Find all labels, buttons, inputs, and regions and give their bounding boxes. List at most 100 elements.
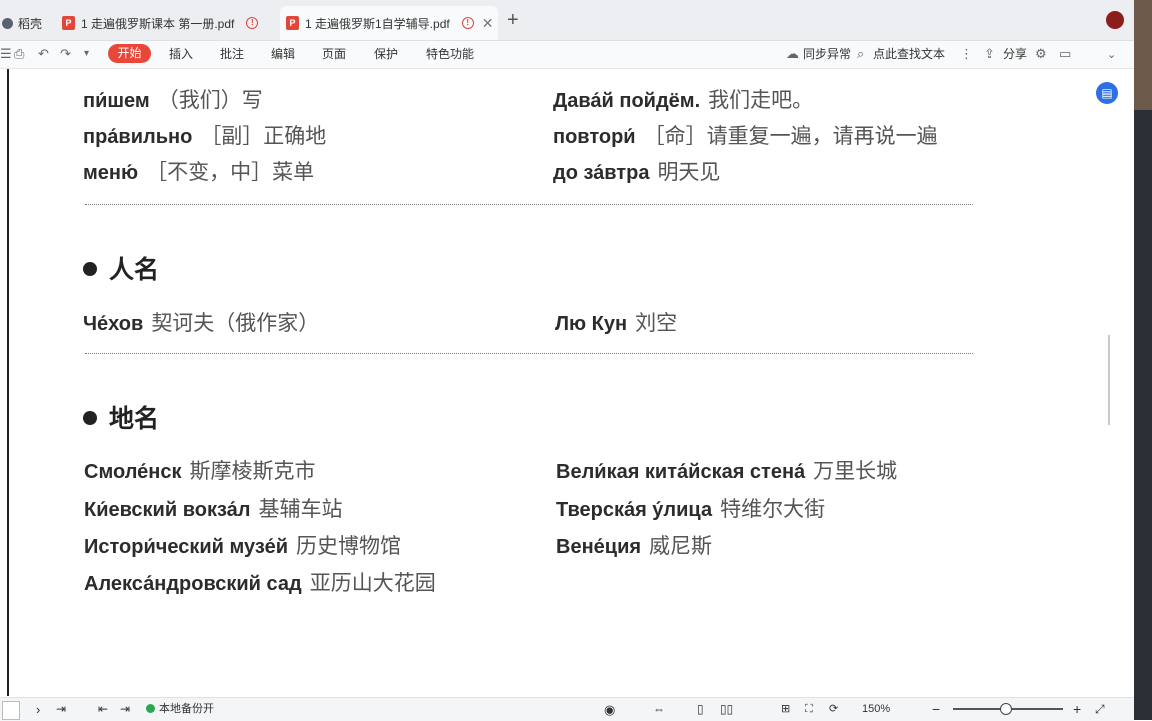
settings-icon[interactable]: ⚙ [1035, 46, 1047, 62]
russian-word: Ки́евский вокза́л [84, 499, 251, 521]
vocab-row: повтори́ ［命］请重复一遍，请再说一遍 [553, 120, 938, 150]
print-icon[interactable]: ⎙ [14, 46, 24, 62]
zoom-slider-handle[interactable] [1000, 703, 1012, 715]
pdf-icon: P [62, 16, 75, 30]
section-heading-names: 人名 [83, 250, 159, 286]
tab-textbook[interactable]: P 1 走遍俄罗斯课本 第一册.pdf ! [56, 6, 276, 40]
sync-status[interactable]: 同步异常 [803, 41, 851, 68]
fit-width-icon[interactable]: ⇔ [653, 701, 665, 718]
tab-guide[interactable]: P 1 走遍俄罗斯1自学辅导.pdf ! ✕ [280, 6, 498, 40]
last-page-icon[interactable]: ⇥ [56, 701, 66, 718]
pdf-icon: P [286, 16, 299, 30]
tab-bar: 稻壳 P 1 走遍俄罗斯课本 第一册.pdf ! P 1 走遍俄罗斯1自学辅导.… [0, 0, 1134, 41]
zoom-in-icon[interactable]: + [1073, 701, 1081, 718]
backup-status[interactable]: 本地备份开 [146, 701, 214, 718]
start-tab-button[interactable]: 开始 [108, 44, 151, 63]
russian-word: пи́шем [83, 90, 150, 112]
chinese-meaning: 特维尔大街 [720, 498, 826, 521]
undo-icon[interactable]: ↶ [38, 46, 49, 62]
page-tab[interactable]: 页面 [322, 41, 346, 68]
warning-icon: ! [246, 17, 259, 29]
page-border [7, 69, 9, 696]
annotate-tab[interactable]: 批注 [220, 41, 244, 68]
russian-word: Дава́й пойдём. [553, 90, 701, 112]
russian-word: Че́хов [83, 313, 144, 335]
special-features-tab[interactable]: 特色功能 [426, 41, 474, 68]
chinese-meaning: 亚历山大花园 [309, 572, 436, 595]
tab-home[interactable]: 稻壳 [0, 6, 50, 40]
menu-icon[interactable]: ☰ [0, 46, 12, 62]
new-tab-icon[interactable]: + [507, 9, 519, 32]
desktop-edge [1134, 0, 1152, 720]
chinese-meaning: 明天见 [657, 161, 721, 184]
chinese-meaning: 威尼斯 [649, 535, 713, 558]
edit-tab[interactable]: 编辑 [271, 41, 295, 68]
chinese-meaning: ［副］正确地 [200, 125, 327, 148]
insert-tab[interactable]: 插入 [169, 41, 193, 68]
share-button[interactable]: 分享 [1003, 41, 1027, 68]
scroll-indicator[interactable] [1108, 335, 1110, 425]
ribbon-toolbar: ☰ ⎙ ↶ ↷ ▾ 开始 插入 批注 编辑 页面 保护 特色功能 ☁ 同步异常 … [0, 41, 1134, 69]
actual-size-icon[interactable]: ⊞ [781, 701, 790, 718]
status-bar: › ⇥ ⇤ ⇥ 本地备份开 ◉ ⇔ ▯ ▯▯ ⊞ ⛶ ⟳ 150% − + ⤢ [0, 697, 1134, 721]
russian-word: Тверска́я у́лица [556, 499, 713, 521]
chevron-down-icon[interactable]: ▾ [84, 48, 89, 59]
zoom-level[interactable]: 150% [862, 701, 890, 718]
place-row: Тверска́я у́лица 特维尔大街 [556, 493, 825, 523]
close-icon[interactable]: ✕ [482, 15, 494, 32]
chinese-meaning: 斯摩棱斯克市 [189, 460, 316, 483]
single-page-icon[interactable]: ▯ [697, 701, 704, 718]
comment-icon[interactable]: ▭ [1059, 46, 1071, 62]
fullscreen-icon[interactable]: ⤢ [1095, 701, 1105, 718]
bullet-icon [83, 411, 97, 425]
tab-guide-label: 1 走遍俄罗斯1自学辅导.pdf [305, 16, 450, 31]
eye-icon[interactable]: ◉ [604, 701, 615, 718]
place-row: Алекса́ндровский сад 亚历山大花园 [84, 567, 436, 597]
back-icon[interactable]: ⇤ [98, 701, 108, 718]
chinese-meaning: （我们）写 [157, 89, 263, 112]
next-page-icon[interactable]: › [36, 701, 40, 718]
russian-word: Вене́ция [556, 536, 642, 558]
russian-word: меню́ [83, 162, 139, 184]
zoom-out-icon[interactable]: − [932, 701, 940, 718]
place-row: Истори́ческий музе́й 历史博物馆 [84, 530, 401, 560]
redo-icon[interactable]: ↷ [60, 46, 71, 62]
docer-icon [2, 17, 13, 29]
russian-word: до за́втра [553, 162, 650, 184]
section-heading-places: 地名 [83, 399, 159, 435]
vocab-row: меню́ ［不变，中］菜单 [83, 156, 314, 186]
russian-word: Истори́ческий музе́й [84, 536, 288, 558]
more-icon[interactable]: ⋮ [960, 46, 973, 62]
tab-textbook-label: 1 走遍俄罗斯课本 第一册.pdf [81, 16, 235, 31]
heading-text: 人名 [109, 256, 160, 284]
chinese-meaning: 刘空 [635, 312, 678, 335]
vocab-row: до за́втра 明天见 [553, 156, 720, 186]
chinese-meaning: 万里长城 [813, 460, 898, 483]
russian-word: Вели́кая кита́йская стена́ [556, 461, 806, 483]
forward-icon[interactable]: ⇥ [120, 701, 130, 718]
cloud-sync-icon[interactable]: ☁ [786, 46, 799, 62]
russian-word: Смоле́нск [84, 461, 182, 483]
find-text-button[interactable]: 点此查找文本 [873, 41, 945, 68]
share-icon[interactable]: ⇪ [984, 46, 995, 62]
name-row: Лю Кун 刘空 [555, 307, 677, 337]
russian-word: Лю Кун [555, 313, 628, 335]
dotted-divider [85, 204, 973, 205]
double-page-icon[interactable]: ▯▯ [720, 701, 733, 718]
place-row: Вели́кая кита́йская стена́ 万里长城 [556, 455, 897, 485]
russian-word: пра́вильно [83, 126, 193, 148]
tab-home-label: 稻壳 [18, 16, 43, 31]
warning-icon: ! [461, 17, 474, 29]
avatar[interactable] [1106, 11, 1124, 29]
floating-tool-button[interactable]: ▤ [1096, 82, 1118, 104]
chevron-down-icon[interactable]: ⌄ [1107, 48, 1116, 61]
search-icon[interactable]: ⌕ [857, 46, 864, 62]
heading-text: 地名 [109, 405, 160, 433]
protect-tab[interactable]: 保护 [374, 41, 398, 68]
page-number-input[interactable] [2, 701, 20, 720]
chinese-meaning: 基辅车站 [258, 498, 343, 521]
rotate-icon[interactable]: ⟳ [829, 701, 838, 718]
fit-page-icon[interactable]: ⛶ [805, 701, 813, 718]
name-row: Че́хов 契诃夫（俄作家） [83, 307, 319, 337]
bullet-icon [83, 262, 97, 276]
